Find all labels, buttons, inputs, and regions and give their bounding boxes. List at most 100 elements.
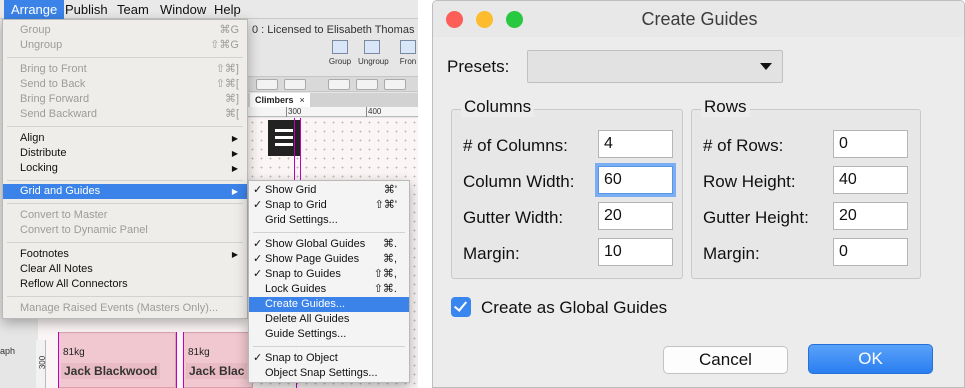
presets-label: Presets: [447, 57, 510, 76]
climber-card[interactable]: 81kg Jack Blac [183, 332, 253, 388]
menu-separator [7, 57, 243, 58]
menu-arrange[interactable]: Arrange [4, 0, 65, 19]
climber-card[interactable]: 81kg Jack Blackwood [58, 332, 176, 388]
menu-item-shortcut: ⌘[ [224, 108, 239, 120]
grid-and-guides-submenu: ✓ Show Grid ⌘' ✓ Snap to Grid ⇧⌘' Grid S… [248, 180, 410, 383]
column-width-input[interactable] [595, 163, 676, 197]
num-columns-label: # of Columns: [463, 136, 568, 155]
tab-label: Climbers [255, 95, 294, 105]
menu-separator [7, 242, 243, 243]
submenu-item-snap-to-grid[interactable]: ✓ Snap to Grid ⇧⌘' [249, 198, 409, 213]
guide-line [176, 332, 177, 388]
menu-publish[interactable]: Publish [58, 0, 115, 19]
guide-line [183, 332, 184, 388]
row-height-input[interactable] [833, 166, 908, 194]
menu-item-clear-all-notes[interactable]: Clear All Notes [3, 262, 247, 277]
menu-item-align[interactable]: Align ▶ [3, 131, 247, 146]
guide-line [294, 118, 295, 182]
climber-weight: 81kg [188, 347, 210, 358]
tab-climbers[interactable]: Climbers × [250, 93, 310, 107]
gutter-height-input[interactable] [833, 202, 908, 230]
submenu-item-label: Show Page Guides [265, 253, 360, 265]
bring-to-front-toolbar-button[interactable]: Fron [394, 40, 418, 70]
format-toolbar [248, 76, 418, 92]
submenu-item-label: Snap to Guides [265, 268, 341, 280]
hamburger-icon [275, 136, 293, 139]
checkmark-icon [453, 298, 468, 312]
menu-item-distribute[interactable]: Distribute ▶ [3, 146, 247, 161]
group-icon [332, 40, 348, 54]
submenu-item-label: Snap to Object [265, 352, 338, 364]
front-toolbar-label: Fron [399, 57, 417, 66]
menu-item-manage-raised-events: Manage Raised Events (Masters Only)... [3, 301, 247, 316]
ungroup-toolbar-button[interactable]: Ungroup [358, 40, 389, 70]
submenu-item-snap-to-guides[interactable]: ✓ Snap to Guides ⇧⌘, [249, 267, 409, 282]
format-control[interactable] [384, 79, 406, 90]
menu-item-group: Group ⌘G [3, 23, 247, 38]
menu-item-reflow-all-connectors[interactable]: Reflow All Connectors [3, 277, 247, 292]
row-height-label: Row Height: [703, 172, 796, 191]
submenu-arrow-icon: ▶ [231, 134, 238, 143]
ok-button[interactable]: OK [808, 344, 933, 374]
arrange-menu: Group ⌘G Ungroup ⇧⌘G Bring to Front ⇧⌘] … [2, 19, 248, 319]
menu-help[interactable]: Help [207, 0, 248, 19]
submenu-item-label: Lock Guides [265, 283, 327, 295]
submenu-item-show-grid[interactable]: ✓ Show Grid ⌘' [249, 183, 409, 198]
submenu-item-label: Show Grid [265, 184, 317, 196]
menu-item-label: Manage Raised Events (Masters Only)... [20, 302, 219, 314]
menu-separator [7, 180, 243, 181]
submenu-item-label: Snap to Grid [265, 199, 327, 211]
num-rows-input[interactable] [833, 130, 908, 158]
global-guides-checkbox[interactable] [451, 297, 471, 317]
gutter-width-label: Gutter Width: [463, 208, 564, 227]
submenu-item-object-snap-settings[interactable]: Object Snap Settings... [249, 366, 409, 381]
menu-item-grid-and-guides[interactable]: Grid and Guides ▶ [3, 184, 247, 199]
menu-item-label: Group [20, 24, 51, 36]
menu-item-label: Distribute [20, 147, 67, 159]
submenu-item-snap-to-object[interactable]: ✓ Snap to Object [249, 351, 409, 366]
row-margin-input[interactable] [833, 238, 908, 266]
menu-item-locking[interactable]: Locking ▶ [3, 161, 247, 176]
menu-window[interactable]: Window [153, 0, 213, 19]
ruler-label: 300 [288, 107, 302, 116]
format-control[interactable] [356, 79, 378, 90]
format-control[interactable] [284, 79, 306, 90]
format-control[interactable] [328, 79, 350, 90]
cancel-button[interactable]: Cancel [663, 346, 788, 374]
menu-bar: Arrange Publish Team Window Help [0, 0, 418, 19]
submenu-item-lock-guides[interactable]: Lock Guides ⇧⌘. [249, 282, 409, 297]
ruler-tick [366, 107, 367, 117]
submenu-item-shortcut: ⌘. [382, 238, 397, 250]
dialog-titlebar: Create Guides [433, 1, 964, 37]
menu-item-bring-forward: Bring Forward ⌘] [3, 92, 247, 107]
close-icon[interactable]: × [300, 95, 305, 105]
submenu-arrow-icon: ▶ [231, 250, 238, 259]
submenu-item-label: Delete All Guides [265, 313, 350, 325]
ruler-label: 400 [368, 107, 382, 116]
column-width-label: Column Width: [463, 172, 575, 191]
menu-item-label: Ungroup [20, 39, 63, 51]
menu-team[interactable]: Team [110, 0, 156, 19]
submenu-item-delete-all-guides[interactable]: Delete All Guides [249, 312, 409, 327]
menu-item-label: Send Backward [20, 108, 98, 120]
row-margin-label: Margin: [703, 244, 760, 263]
climber-weight: 81kg [63, 347, 85, 358]
global-guides-label[interactable]: Create as Global Guides [481, 298, 667, 318]
submenu-item-grid-settings[interactable]: Grid Settings... [249, 213, 409, 228]
menu-item-footnotes[interactable]: Footnotes ▶ [3, 247, 247, 262]
submenu-item-show-page-guides[interactable]: ✓ Show Page Guides ⌘, [249, 252, 409, 267]
submenu-item-shortcut: ⇧⌘' [374, 199, 397, 211]
menu-item-label: Send to Back [20, 78, 86, 90]
submenu-item-guide-settings[interactable]: Guide Settings... [249, 327, 409, 342]
group-toolbar-button[interactable]: Group [326, 40, 354, 70]
checkmark-icon: ✓ [253, 253, 263, 265]
menu-item-label: Convert to Master [20, 209, 108, 221]
column-margin-input[interactable] [598, 238, 673, 266]
format-control[interactable] [256, 79, 278, 90]
gutter-width-input[interactable] [598, 202, 673, 230]
num-columns-input[interactable] [598, 130, 673, 158]
menu-item-shortcut: ⇧⌘G [210, 39, 239, 51]
presets-dropdown[interactable] [527, 50, 783, 83]
submenu-item-show-global-guides[interactable]: ✓ Show Global Guides ⌘. [249, 237, 409, 252]
submenu-item-create-guides[interactable]: Create Guides... [249, 297, 409, 312]
